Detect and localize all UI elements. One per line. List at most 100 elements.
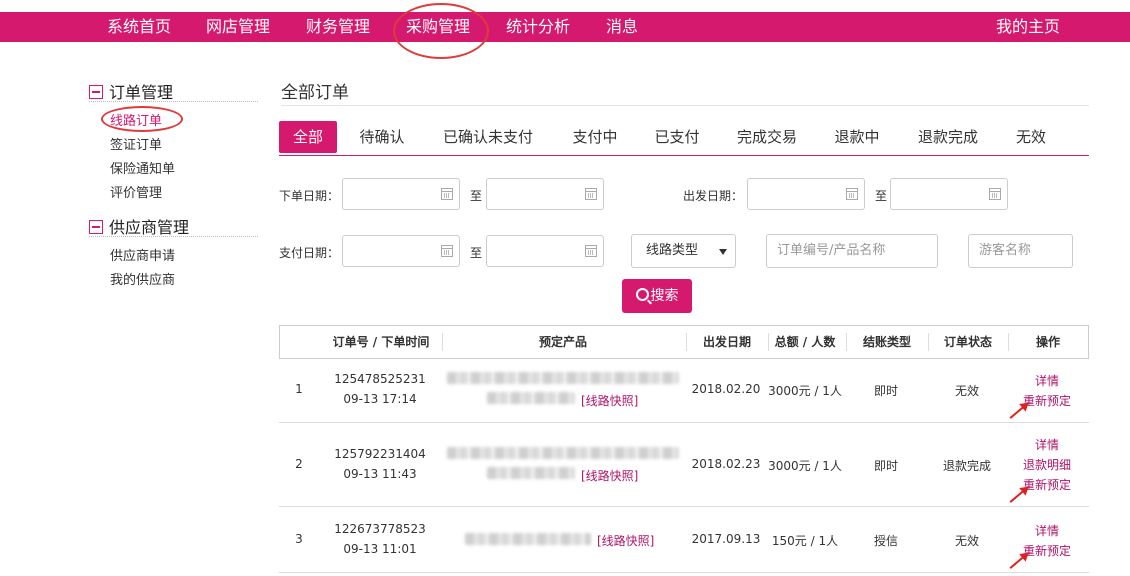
nav-statistics[interactable]: 统计分析	[506, 12, 570, 42]
sidebar-section-orders[interactable]: 订单管理	[89, 79, 173, 103]
calendar-icon[interactable]	[846, 188, 858, 200]
detail-link[interactable]: 详情	[1035, 436, 1059, 453]
depart-date: 2017.09.13	[691, 532, 761, 546]
nav-my-home[interactable]: 我的主页	[996, 12, 1060, 42]
header-order-no: 订单号 / 下单时间	[332, 335, 430, 349]
top-nav-bar: 系统首页 网店管理 财务管理 采购管理 统计分析 消息 我的主页	[0, 12, 1130, 42]
search-icon	[635, 288, 649, 301]
blurred-product-name	[447, 372, 679, 384]
pay-date-end-input[interactable]	[486, 235, 604, 267]
sidebar-item-route-orders[interactable]: 线路订单	[110, 110, 162, 129]
row-index: 3	[295, 532, 303, 546]
depart-date: 2018.02.23	[691, 457, 761, 471]
calendar-icon[interactable]	[989, 188, 1001, 200]
depart-date-label: 出发日期：	[683, 189, 744, 203]
pay-type: 即时	[873, 459, 898, 473]
order-status: 无效	[954, 384, 979, 398]
order-date-label: 下单日期：	[279, 189, 340, 203]
sidebar-item-my-suppliers[interactable]: 我的供应商	[110, 269, 175, 288]
order-status: 无效	[954, 534, 979, 548]
to-label: 至	[470, 246, 483, 260]
calendar-icon[interactable]	[441, 188, 453, 200]
calendar-icon[interactable]	[585, 188, 597, 200]
depart-date: 2018.02.20	[691, 382, 761, 396]
refund-detail-link[interactable]: 退款明细	[1023, 456, 1071, 473]
pay-type: 即时	[873, 384, 898, 398]
tab-confirmed-unpaid[interactable]: 已确认未支付	[436, 121, 540, 153]
annotation-arrow-icon	[1009, 487, 1028, 503]
order-date-start-input[interactable]	[342, 178, 460, 210]
depart-date-start-input[interactable]	[747, 178, 865, 210]
total-amount: 150元 / 1人	[771, 534, 839, 548]
title-divider	[281, 105, 1089, 106]
tab-paid[interactable]: 已支付	[648, 121, 706, 153]
pay-date-start-input[interactable]	[342, 235, 460, 267]
header-status: 订单状态	[943, 335, 992, 349]
sidebar-section-title: 供应商管理	[109, 218, 190, 237]
collapse-icon	[89, 85, 103, 99]
header-actions: 操作	[1035, 335, 1060, 349]
order-time: 09-13 17:14	[343, 392, 417, 406]
sidebar-divider	[89, 101, 258, 102]
sidebar-item-supplier-apply[interactable]: 供应商申请	[110, 245, 175, 264]
detail-link[interactable]: 详情	[1035, 522, 1059, 539]
search-label: 搜索	[650, 288, 679, 304]
route-type-select[interactable]: 线路类型	[631, 234, 736, 268]
tab-completed[interactable]: 完成交易	[730, 121, 804, 153]
table-row: 3 122673778523 09-13 11:01 [线路快照] 2017.0…	[279, 507, 1089, 573]
tab-pending[interactable]: 待确认	[352, 121, 412, 153]
tab-paying[interactable]: 支付中	[566, 121, 624, 153]
route-type-value: 线路类型	[646, 243, 699, 258]
nav-purchase-management[interactable]: 采购管理	[406, 12, 470, 42]
nav-home[interactable]: 系统首页	[107, 12, 171, 42]
total-amount: 3000元 / 1人	[768, 384, 842, 398]
order-no-input[interactable]: 订单编号/产品名称	[766, 234, 938, 268]
order-number: 125792231404	[334, 447, 426, 461]
route-snapshot-link[interactable]: [线路快照]	[597, 532, 654, 549]
annotation-arrow-icon	[1009, 403, 1028, 419]
table-header: 订单号 / 下单时间 预定产品 出发日期 总额 / 人数 结账类型 订单状态 操…	[279, 325, 1089, 359]
calendar-icon[interactable]	[441, 245, 453, 257]
nav-finance-management[interactable]: 财务管理	[306, 12, 370, 42]
header-total: 总额 / 人数	[774, 335, 836, 349]
sidebar-item-visa-orders[interactable]: 签证订单	[110, 134, 162, 153]
tab-divider	[279, 155, 1089, 156]
nav-messages[interactable]: 消息	[606, 12, 638, 42]
table-row: 2 125792231404 09-13 11:43 [线路快照] 2018.0…	[279, 423, 1089, 507]
header-pay-type: 结账类型	[862, 335, 911, 349]
order-number: 125478525231	[334, 372, 426, 386]
to-label: 至	[875, 189, 888, 203]
sidebar-item-reviews[interactable]: 评价管理	[110, 182, 162, 201]
blurred-product-name	[487, 392, 575, 404]
blurred-product-name	[447, 447, 679, 459]
order-date-end-input[interactable]	[486, 178, 604, 210]
order-number: 122673778523	[334, 522, 426, 536]
blurred-product-name	[487, 467, 575, 479]
sidebar-section-suppliers[interactable]: 供应商管理	[89, 214, 189, 238]
search-button[interactable]: 搜索	[622, 279, 692, 313]
tab-refunding[interactable]: 退款中	[828, 121, 886, 153]
pay-type: 授信	[873, 534, 898, 548]
sidebar-divider	[89, 236, 258, 237]
calendar-icon[interactable]	[585, 245, 597, 257]
guest-name-input[interactable]: 游客名称	[968, 234, 1073, 268]
row-index: 1	[295, 382, 303, 396]
route-snapshot-link[interactable]: [线路快照]	[581, 467, 638, 484]
total-amount: 3000元 / 1人	[768, 459, 842, 473]
pay-date-label: 支付日期：	[279, 246, 340, 260]
caret-down-icon	[719, 249, 727, 255]
tab-refunded[interactable]: 退款完成	[910, 121, 986, 153]
tab-all[interactable]: 全部	[279, 121, 337, 153]
header-depart-date: 出发日期	[702, 335, 751, 349]
header-product: 预定产品	[538, 335, 587, 349]
nav-shop-management[interactable]: 网店管理	[206, 12, 270, 42]
table-row: 1 125478525231 09-13 17:14 [线路快照] 2018.0…	[279, 359, 1089, 423]
detail-link[interactable]: 详情	[1035, 372, 1059, 389]
tab-invalid[interactable]: 无效	[1010, 121, 1052, 153]
order-time: 09-13 11:01	[343, 542, 417, 556]
route-snapshot-link[interactable]: [线路快照]	[581, 392, 638, 409]
blurred-product-name	[465, 533, 591, 545]
depart-date-end-input[interactable]	[890, 178, 1008, 210]
to-label: 至	[470, 189, 483, 203]
sidebar-item-insurance-notice[interactable]: 保险通知单	[110, 158, 175, 177]
